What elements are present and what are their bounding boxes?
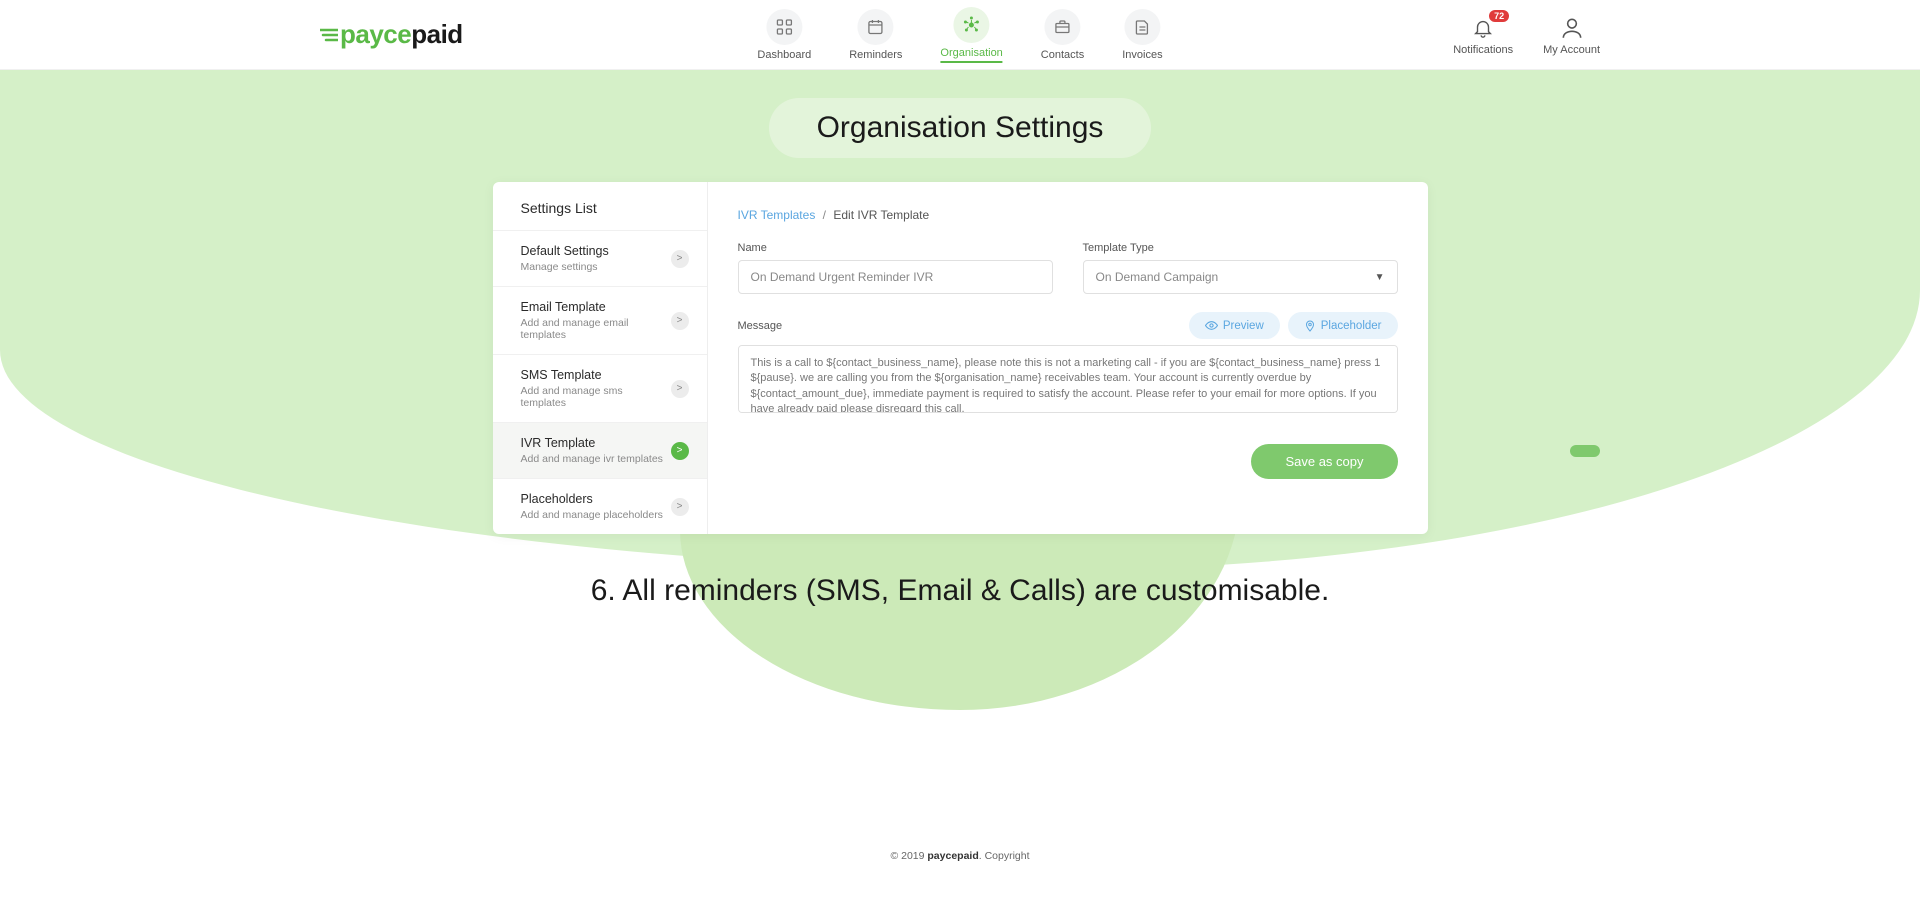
placeholder-button[interactable]: Placeholder [1288, 312, 1398, 339]
save-as-copy-button[interactable]: Save as copy [1251, 444, 1397, 479]
nav-invoices[interactable]: Invoices [1122, 9, 1162, 61]
settings-content: IVR Templates / Edit IVR Template Name T… [708, 182, 1428, 534]
notifications-label: Notifications [1453, 44, 1513, 56]
sidebar-item-title: SMS Template [521, 368, 671, 382]
account-label: My Account [1543, 44, 1600, 56]
eye-icon [1205, 319, 1218, 332]
chevron-right-icon: > [671, 380, 689, 398]
logo-lines-icon [320, 28, 338, 42]
sidebar-item-placeholders[interactable]: Placeholders Add and manage placeholders… [493, 478, 707, 534]
footer-post: . Copyright [979, 850, 1030, 862]
main-nav: Dashboard Reminders Organisation Contact… [757, 7, 1162, 63]
breadcrumb-separator: / [823, 208, 826, 222]
nav-contacts[interactable]: Contacts [1041, 9, 1084, 61]
app-header: paycepaid Dashboard Reminders Organisati… [0, 0, 1920, 70]
calendar-icon [858, 9, 894, 45]
sidebar-item-ivr-template[interactable]: IVR Template Add and manage ivr template… [493, 422, 707, 478]
breadcrumb: IVR Templates / Edit IVR Template [738, 208, 1398, 222]
name-input[interactable] [738, 260, 1053, 294]
document-icon [1124, 9, 1160, 45]
pin-icon [1304, 320, 1316, 332]
placeholder-button-label: Placeholder [1321, 320, 1382, 332]
logo-text-black: paid [411, 19, 462, 49]
nav-reminders[interactable]: Reminders [849, 9, 902, 61]
footer-pre: © 2019 [890, 850, 927, 862]
select-value: On Demand Campaign [1096, 270, 1219, 284]
type-label: Template Type [1083, 242, 1398, 254]
footer: © 2019 paycepaid. Copyright [0, 850, 1920, 872]
message-label: Message [738, 320, 783, 332]
settings-sidebar: Settings List Default Settings Manage se… [493, 182, 708, 534]
name-label: Name [738, 242, 1053, 254]
main-area: Organisation Settings Settings List Defa… [0, 70, 1920, 710]
sidebar-item-email-template[interactable]: Email Template Add and manage email temp… [493, 286, 707, 354]
caret-down-icon: ▼ [1375, 272, 1385, 283]
account-button[interactable]: My Account [1543, 14, 1600, 56]
chevron-right-icon: > [671, 312, 689, 330]
dashboard-icon [766, 9, 802, 45]
page-title: Organisation Settings [769, 98, 1152, 158]
chevron-right-icon: > [671, 250, 689, 268]
nav-organisation[interactable]: Organisation [940, 7, 1002, 63]
settings-card: Settings List Default Settings Manage se… [493, 182, 1428, 534]
sidebar-item-sub: Add and manage sms templates [521, 385, 671, 409]
chevron-right-icon: > [671, 442, 689, 460]
header-right: 72 Notifications My Account [1453, 14, 1600, 56]
preview-button[interactable]: Preview [1189, 312, 1280, 339]
nav-label: Contacts [1041, 49, 1084, 61]
notifications-badge: 72 [1489, 10, 1509, 22]
sidebar-item-sub: Add and manage email templates [521, 317, 671, 341]
briefcase-icon [1045, 9, 1081, 45]
footer-brand: paycepaid [927, 850, 978, 862]
bg-accent [1570, 445, 1600, 457]
sidebar-item-sub: Manage settings [521, 261, 671, 273]
nav-label: Dashboard [757, 49, 811, 61]
sidebar-header: Settings List [493, 182, 707, 230]
step-caption: 6. All reminders (SMS, Email & Calls) ar… [0, 574, 1920, 608]
sidebar-item-sub: Add and manage placeholders [521, 509, 671, 521]
logo[interactable]: paycepaid [320, 19, 463, 50]
sidebar-item-title: Placeholders [521, 492, 671, 506]
network-icon [954, 7, 990, 43]
sidebar-item-default-settings[interactable]: Default Settings Manage settings > [493, 230, 707, 286]
sidebar-item-title: Email Template [521, 300, 671, 314]
template-type-select[interactable]: On Demand Campaign ▼ [1083, 260, 1398, 294]
user-icon [1558, 14, 1586, 42]
chevron-right-icon: > [671, 498, 689, 516]
breadcrumb-current: Edit IVR Template [833, 208, 929, 222]
logo-text-green: payce [340, 19, 411, 49]
nav-label: Reminders [849, 49, 902, 61]
sidebar-item-title: Default Settings [521, 244, 671, 258]
sidebar-item-sub: Add and manage ivr templates [521, 453, 671, 465]
notifications-button[interactable]: 72 Notifications [1453, 14, 1513, 56]
nav-dashboard[interactable]: Dashboard [757, 9, 811, 61]
sidebar-item-sms-template[interactable]: SMS Template Add and manage sms template… [493, 354, 707, 422]
nav-label: Invoices [1122, 49, 1162, 61]
sidebar-item-title: IVR Template [521, 436, 671, 450]
preview-button-label: Preview [1223, 320, 1264, 332]
nav-label: Organisation [940, 47, 1002, 59]
breadcrumb-link[interactable]: IVR Templates [738, 208, 816, 222]
message-textarea[interactable] [738, 345, 1398, 413]
